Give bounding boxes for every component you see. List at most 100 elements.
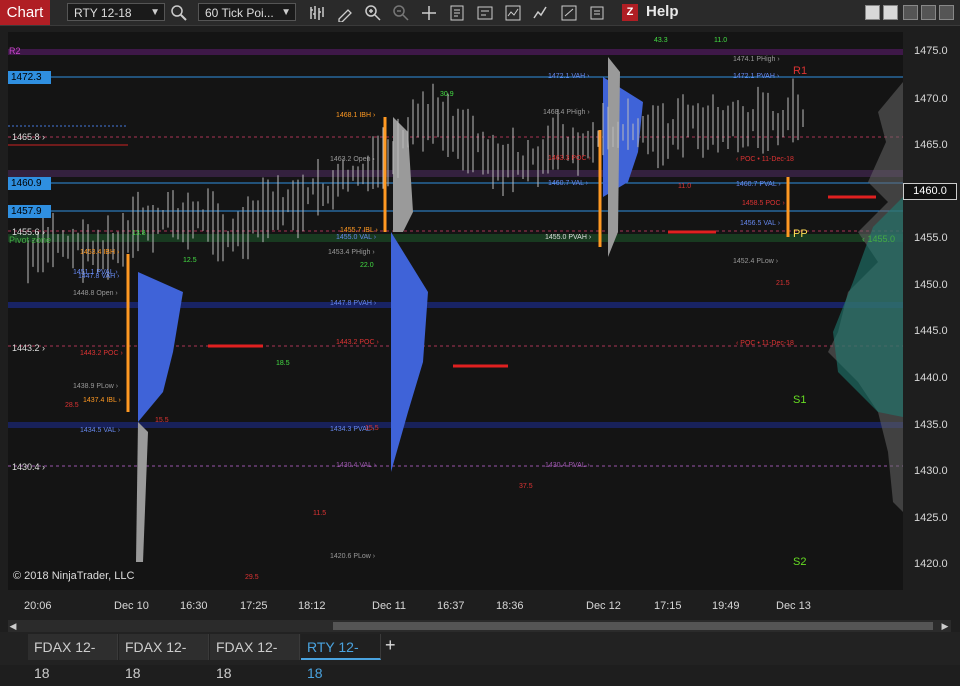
time-tick: 18:36 [496, 600, 524, 612]
level-annotation: 1468.4 PHigh › [543, 109, 590, 116]
price-tick: 1420.0 [914, 558, 948, 570]
session-profile-dec11 [391, 232, 428, 472]
bar-count: 22.0 [360, 262, 374, 269]
close-window-button[interactable] [939, 5, 954, 20]
templates-icon[interactable] [588, 4, 606, 22]
tab-rty[interactable]: RTY 12-18 [301, 634, 381, 681]
level-annotation: 1420.6 PLow › [330, 553, 376, 560]
zoom-out-icon[interactable] [392, 4, 410, 22]
bar-count: 43.3 [654, 37, 668, 44]
session-profile-dec12-top [608, 57, 620, 257]
interval-selector[interactable]: 60 Tick Poi... ▼ [198, 3, 296, 21]
restore-window-button[interactable] [883, 5, 898, 20]
level-annotation: 1472.1 VAH › [548, 73, 590, 80]
scroll-left-icon[interactable]: ◀ [8, 621, 18, 631]
bar-count: 28.5 [65, 402, 79, 409]
bar-count: 37.5 [519, 483, 533, 490]
level-annotation: 1438.9 PLow › [73, 383, 119, 390]
bar-count: 29.5 [245, 574, 259, 581]
time-tick: 17:25 [240, 600, 268, 612]
level-annotation: 1474.1 PHigh › [733, 56, 780, 63]
z-badge-icon[interactable]: Z [622, 4, 638, 21]
data-box-icon[interactable] [448, 4, 466, 22]
tab-fdax-2[interactable]: FDAX 12-18 [119, 634, 209, 681]
search-icon[interactable] [170, 4, 188, 22]
instrument-selector[interactable]: RTY 12-18 ▼ [67, 3, 165, 21]
bar-type-icon[interactable] [308, 4, 326, 22]
price-tick: 1455.0 [914, 232, 948, 244]
maximize-window-button[interactable] [921, 5, 936, 20]
indicators-icon[interactable] [504, 4, 522, 22]
level-annotation: 1455.0 VAL › [336, 234, 377, 241]
level-annotation: ‹ POC • 11-Dec-18 [736, 156, 794, 163]
price-tick: 1465.0 [914, 139, 948, 151]
level-annotation: 1447.8 PVAH › [330, 300, 377, 307]
time-tick: 19:49 [712, 600, 740, 612]
price-axis[interactable]: 1475.0 1470.0 1465.0 1460.0 1455.0 1450.… [903, 32, 960, 590]
level-annotation: 1437.4 IBL › [83, 397, 121, 404]
level-annotation: 1455.7 IBL › [340, 227, 378, 234]
tile-window-button[interactable] [903, 5, 918, 20]
strategies-icon[interactable] [532, 4, 550, 22]
current-price-tag: 1460.0 [903, 183, 957, 200]
chart-window-label[interactable]: Chart [0, 0, 50, 25]
level-annotation: 1468.1 IBH › [336, 112, 376, 119]
properties-icon[interactable] [476, 4, 494, 22]
r-zone [8, 170, 903, 177]
level-annotation: 1443.2 POC › [80, 350, 123, 357]
pivot-s1-label: S1 [793, 394, 807, 406]
level-annotation: ‹ POC • 11-Dec-18 [736, 340, 794, 347]
instrument-selector-value: RTY 12-18 [74, 6, 132, 20]
level-annotation: 1456.5 VAL › [740, 220, 781, 227]
level-annotation: 1443.2 POC › [336, 339, 379, 346]
scrollbar-thumb[interactable] [333, 622, 933, 630]
price-chart[interactable] [8, 32, 903, 590]
time-tick: Dec 12 [586, 600, 621, 612]
tab-fdax-1[interactable]: FDAX 12-18 [28, 634, 118, 681]
drawing-tool-icon[interactable] [336, 4, 354, 22]
tab-fdax-3[interactable]: FDAX 12-18 [210, 634, 300, 681]
price-tag-1457-9: 1457.9 [8, 205, 51, 218]
pivot-s2-label: S2 [793, 556, 807, 568]
bar-count: 30.9 [440, 91, 454, 98]
bar-count: 13.8 [132, 230, 146, 237]
level-annotation: 1434.5 VAL › [80, 427, 121, 434]
level-annotation: 1472.1 PVAH › [733, 73, 780, 80]
price-tick: 1440.0 [914, 372, 948, 384]
bar-count: 12.5 [183, 257, 197, 264]
level-annotation: 1447.8 VAH › [78, 273, 120, 280]
level-annotation: 1458.5 POC › [742, 200, 785, 207]
minimize-window-button[interactable] [865, 5, 880, 20]
help-menu[interactable]: Help [646, 3, 679, 20]
bar-count: 18.5 [276, 360, 290, 367]
add-tab-button[interactable]: + [385, 635, 396, 656]
pivot-zone-label: Pivot zone [9, 235, 52, 245]
chart-toolbar: Chart RTY 12-18 ▼ 60 Tick Poi... ▼ Z Hel… [0, 0, 960, 26]
time-tick: 16:30 [180, 600, 208, 612]
level-annotation: 1448.8 Open › [73, 290, 118, 297]
level-annotation: 1453.4 IBH › [80, 249, 120, 256]
instrument-tab-bar: FDAX 12-18 FDAX 12-18 FDAX 12-18 RTY 12-… [0, 632, 960, 681]
scroll-right-icon[interactable]: ▶ [940, 621, 950, 631]
level-annotation: 1463.3 POC › [548, 155, 591, 162]
bar-count: 11.0 [714, 37, 728, 44]
level-annotation: 1430.4 VAL › [336, 462, 377, 469]
time-tick: Dec 10 [114, 600, 149, 612]
pivot-pp-label: PP [793, 228, 808, 240]
price-bars [27, 78, 804, 284]
level-annotation: ‹ 1455.0 [862, 234, 896, 244]
time-axis[interactable]: 20:06 Dec 10 16:30 17:25 18:12 Dec 11 16… [8, 590, 903, 618]
chevron-down-icon: ▼ [150, 7, 160, 18]
horizontal-scrollbar[interactable]: ◀ ▶ [8, 620, 951, 632]
chevron-down-icon: ▼ [281, 7, 291, 18]
level-label-1443-2: 1443.2 › [12, 343, 46, 353]
price-tag-1460-9: 1460.9 [8, 177, 51, 190]
price-tag-1472: 1472.3 [8, 71, 51, 84]
zoom-in-icon[interactable] [364, 4, 382, 22]
session-profile-dec10 [138, 272, 183, 422]
share-icon[interactable] [560, 4, 578, 22]
bar-count: 15.5 [155, 417, 169, 424]
bar-count: 15.5 [365, 425, 379, 432]
level-annotation: 1460.7 VAL › [548, 180, 589, 187]
crosshair-icon[interactable] [420, 4, 438, 22]
